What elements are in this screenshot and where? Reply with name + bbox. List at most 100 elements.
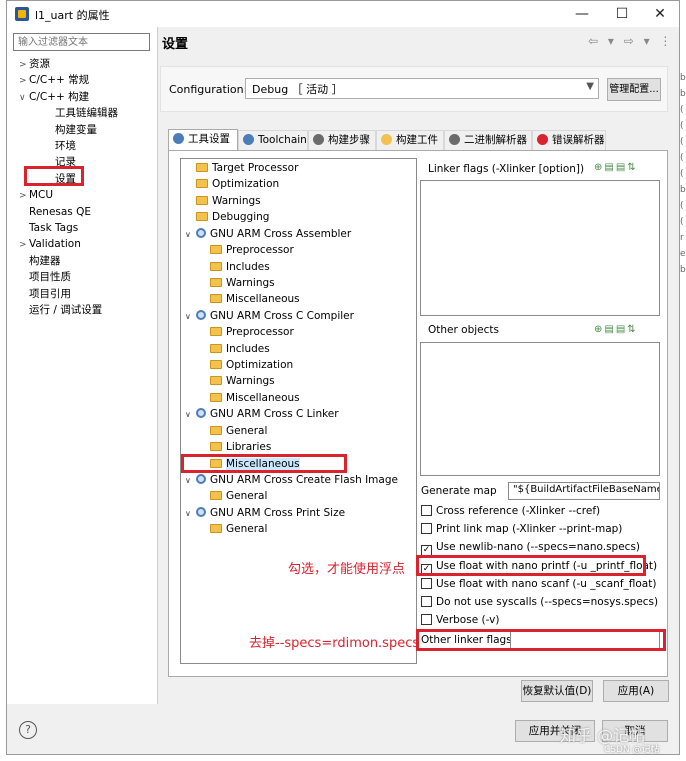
background-text: ( [680,201,684,211]
tree-item[interactable]: Libraries [199,439,271,455]
checkbox-unchecked[interactable] [421,577,432,589]
option-checkbox-row[interactable]: Use float with nano scanf (-u _scanf_flo… [421,576,656,592]
configuration-value: Debug ［ 活动 ］ [252,83,343,96]
tool-icon [196,309,206,320]
tree-item[interactable]: General [199,423,267,439]
tree-item-label: Libraries [226,441,272,454]
sidebar-item[interactable]: 项目引用 [19,286,71,302]
restore-defaults-button[interactable]: 恢复默认值(D) [521,680,593,702]
option-checkbox-row[interactable]: Do not use syscalls (--specs=nosys.specs… [421,594,658,610]
tree-item[interactable]: Warnings [199,373,275,389]
tree-tool-node[interactable]: ∨ GNU ARM Cross C Compiler [185,308,354,324]
tree-item[interactable]: Debugging [185,209,269,225]
option-checkbox-row[interactable]: Cross reference (-Xlinker --cref) [421,503,600,519]
linker-flags-list[interactable] [420,180,660,316]
checkbox-unchecked[interactable] [421,523,432,535]
sidebar-item[interactable]: 工具链编辑器 [45,105,118,121]
sidebar-item[interactable]: 构建器 [19,253,61,269]
other-objects-list[interactable] [420,342,660,476]
apply-button[interactable]: 应用(A) [603,680,669,702]
sidebar-item[interactable]: Task Tags [19,220,78,236]
sidebar-item[interactable]: > Validation [19,236,81,252]
option-checkbox-row[interactable]: Verbose (-v) [421,612,499,628]
tree-item-label: Optimization [226,359,294,372]
sidebar-item[interactable]: 项目性质 [19,269,71,285]
tree-item[interactable]: Target Processor [185,160,298,176]
filter-input[interactable] [13,33,150,51]
tree-item-label: Includes [226,342,270,355]
folder-icon [196,163,208,172]
tab[interactable]: 工具设置 [168,129,238,150]
background-text: b [680,265,686,275]
sidebar-item-label: 运行 / 调试设置 [29,304,103,316]
chevron-right-icon[interactable]: > [19,57,29,73]
highlight-miscellaneous-box [181,454,347,473]
sidebar-item[interactable]: > 资源 [19,56,50,72]
tree-item[interactable]: Miscellaneous [199,291,300,307]
help-icon[interactable]: ? [19,721,37,739]
option-checkbox-row[interactable]: Print link map (-Xlinker --print-map) [421,521,622,537]
list-toolbar-icons[interactable]: ⊕▤▤⇅ [594,162,638,173]
maximize-icon[interactable]: ☐ [607,4,637,24]
tree-item[interactable]: Includes [199,259,270,275]
tree-item[interactable]: Warnings [199,275,275,291]
option-checkbox-row[interactable]: ✓ Use newlib-nano (--specs=nano.specs) [421,539,640,557]
tree-item[interactable]: Miscellaneous [199,390,300,406]
sidebar-item-label: 资源 [29,58,50,70]
checkbox-unchecked[interactable] [421,505,432,516]
tree-item[interactable]: General [199,521,267,537]
remove-annotation: 去掉--specs=rdimon.specs [249,636,420,651]
generate-map-input[interactable]: "${BuildArtifactFileBaseName}.m [508,482,660,500]
background-text: ( [680,121,684,131]
checkbox-unchecked[interactable] [421,596,432,607]
tree-item[interactable]: Optimization [199,357,293,373]
configuration-select[interactable]: Debug ［ 活动 ］ ▼ [245,78,599,99]
manage-configurations-button[interactable]: 管理配置... [607,78,661,101]
tree-item[interactable]: Preprocessor [199,324,294,340]
chevron-right-icon[interactable]: > [19,237,29,253]
tab-icon [449,134,460,145]
chevron-right-icon[interactable]: > [19,188,29,204]
tree-tool-node[interactable]: ∨ GNU ARM Cross Print Size [185,505,345,521]
chevron-down-icon[interactable]: ∨ [185,473,196,489]
chevron-down-icon[interactable]: ∨ [185,309,196,325]
sidebar-item[interactable]: 构建变量 [45,122,97,138]
list-toolbar-icons[interactable]: ⊕▤▤⇅ [594,324,638,335]
sidebar-item[interactable]: ∨ C/C++ 构建 [19,89,89,105]
tree-item[interactable]: Includes [199,341,270,357]
tree-tool-node[interactable]: ∨ GNU ARM Cross Create Flash Image [185,472,398,488]
tree-tool-node[interactable]: ∨ GNU ARM Cross C Linker [185,406,339,422]
sidebar-item[interactable]: > C/C++ 常规 [19,72,89,88]
folder-icon [210,294,222,304]
chevron-down-icon[interactable]: ∨ [19,90,29,106]
tab[interactable]: 构建工件 [376,130,444,150]
other-objects-label: Other objects [428,324,499,336]
sidebar-item-label: 环境 [55,140,76,152]
tab[interactable]: 错误解析器 [532,130,606,150]
tree-tool-node[interactable]: ∨ GNU ARM Cross Assembler [185,226,351,242]
tree-item[interactable]: Preprocessor [199,242,294,258]
chevron-down-icon[interactable]: ∨ [185,407,196,423]
tree-item[interactable]: Warnings [185,193,261,209]
checkbox-unchecked[interactable] [421,614,432,626]
background-text: ( [680,105,684,115]
chevron-right-icon[interactable]: > [19,73,29,89]
nav-history-icons[interactable]: ⇦ ▾ ⇨ ▾ ⋮ [588,34,674,48]
sidebar-item[interactable]: > MCU [19,187,53,203]
sidebar-item[interactable]: 运行 / 调试设置 [19,302,102,318]
tab[interactable]: Toolchain [238,130,308,150]
tab[interactable]: 二进制解析器 [444,130,532,150]
tab[interactable]: 构建步骤 [308,130,376,150]
chevron-down-icon[interactable]: ∨ [185,506,196,522]
chevron-down-icon[interactable]: ∨ [185,227,196,243]
tree-item[interactable]: Optimization [185,176,279,192]
sidebar-item[interactable]: Renesas QE [19,204,91,220]
checkbox-label: Cross reference (-Xlinker --cref) [436,505,601,517]
sidebar-item[interactable]: 环境 [45,138,76,154]
minimize-icon[interactable]: — [567,4,597,24]
close-icon[interactable]: ✕ [645,4,675,24]
tree-item-label: GNU ARM Cross C Compiler [210,309,354,322]
tree-item[interactable]: General [199,488,267,504]
highlight-settings-box [24,166,84,186]
background-text: r [680,233,684,243]
